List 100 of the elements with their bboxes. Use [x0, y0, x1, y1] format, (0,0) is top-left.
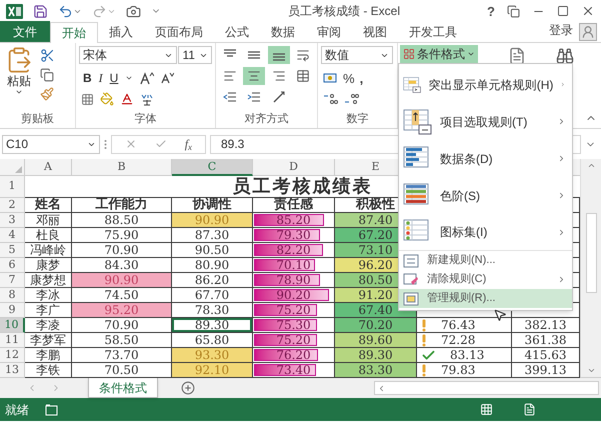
- caret-icon[interactable]: [125, 74, 134, 82]
- table-cell-text: 78.90: [275, 273, 312, 287]
- normal-view-icon[interactable]: [480, 403, 493, 416]
- menu-item[interactable]: 突出显示单元格规则(H): [399, 66, 572, 103]
- ribbon-tab[interactable]: 页面布局: [144, 21, 214, 42]
- conditional-format-button[interactable]: 条件格式: [400, 45, 478, 63]
- format-painter-icon[interactable]: [40, 87, 54, 101]
- row-header[interactable]: 8: [0, 288, 25, 303]
- row-header[interactable]: 9: [0, 303, 25, 318]
- status-text: 就绪: [5, 402, 29, 418]
- number-format-field[interactable]: 数值: [321, 46, 393, 64]
- comma-button[interactable]: ,: [360, 69, 364, 88]
- cell-styles-icon[interactable]: [508, 47, 526, 65]
- decrease-decimal-icon[interactable]: [344, 92, 360, 104]
- ribbon-tab[interactable]: 开始: [50, 22, 98, 43]
- camera-icon[interactable]: [126, 4, 141, 18]
- page-layout-icon[interactable]: [523, 403, 536, 416]
- undo-icon[interactable]: [58, 4, 73, 18]
- table-cell-text: 82.20: [275, 243, 312, 257]
- add-sheet-icon[interactable]: [181, 381, 195, 395]
- app-logo-icon[interactable]: [6, 4, 23, 18]
- scroll-up-icon[interactable]: [586, 161, 596, 170]
- row-header[interactable]: 13: [0, 363, 25, 378]
- help-button[interactable]: ?: [487, 4, 495, 18]
- row-header[interactable]: 5: [0, 243, 25, 258]
- font-color-icon[interactable]: [120, 92, 134, 106]
- table-cell: 李鹏: [25, 348, 72, 363]
- row-header[interactable]: 11: [0, 333, 25, 348]
- menu-item[interactable]: 图标集(I): [399, 214, 572, 251]
- paste-button[interactable]: 粘贴: [4, 46, 34, 111]
- group-label: 剪贴板: [21, 112, 54, 128]
- menu-item[interactable]: 管理规则(R)...: [399, 289, 572, 308]
- caret-icon: [15, 88, 23, 96]
- scroll-down-icon[interactable]: [586, 366, 596, 375]
- row-header[interactable]: 4: [0, 228, 25, 243]
- table-cell-text: 70.10: [275, 258, 312, 272]
- ribbon-tab[interactable]: 开发工具: [398, 21, 468, 42]
- row-header[interactable]: 6: [0, 258, 25, 273]
- row-header[interactable]: 3: [0, 213, 25, 228]
- fill-color-icon[interactable]: [100, 92, 114, 106]
- column-header[interactable]: D: [253, 159, 335, 176]
- ribbon-tab[interactable]: 数据: [260, 21, 306, 42]
- avatar-icon[interactable]: [579, 23, 597, 41]
- align-bottom-icon[interactable]: [268, 46, 290, 64]
- ribbon-tab[interactable]: 审阅: [306, 21, 352, 42]
- phonetic-icon[interactable]: [140, 92, 154, 106]
- table-cell-text: 90.20: [275, 288, 312, 302]
- table-cell: 70.90: [72, 243, 172, 258]
- macro-record-icon[interactable]: [45, 404, 58, 416]
- row-header[interactable]: 12: [0, 348, 25, 363]
- scroll-left-icon[interactable]: [377, 384, 386, 392]
- table-cell: 58.50: [72, 333, 172, 348]
- row-header[interactable]: 1: [0, 176, 25, 198]
- column-header[interactable]: B: [72, 159, 172, 176]
- name-box[interactable]: C10: [2, 134, 100, 154]
- increase-decimal-icon[interactable]: [323, 92, 339, 104]
- save-icon[interactable]: [33, 4, 48, 18]
- currency-icon[interactable]: [323, 72, 338, 86]
- find-icon[interactable]: [556, 47, 574, 65]
- borders-icon[interactable]: [81, 92, 94, 106]
- cut-icon[interactable]: [40, 48, 55, 63]
- table-cell: 80.90: [172, 258, 253, 273]
- table-cell-text: 75.20: [275, 303, 312, 317]
- sheet-tab[interactable]: 条件格式: [88, 378, 158, 398]
- shrink-font-icon[interactable]: [161, 72, 174, 84]
- column-header[interactable]: C: [172, 159, 253, 176]
- restore-icon[interactable]: [507, 4, 520, 18]
- horizontal-scrollbar[interactable]: [374, 381, 599, 395]
- ribbon-tab[interactable]: 插入: [98, 21, 144, 42]
- table-cell: 83.30: [335, 363, 417, 378]
- table-cell-text: 79.83: [441, 362, 476, 379]
- copy-icon[interactable]: [40, 68, 54, 82]
- close-icon[interactable]: [581, 4, 595, 18]
- ribbon-tab[interactable]: 公式: [214, 21, 260, 42]
- file-tab[interactable]: 文件: [0, 21, 50, 42]
- italic-button[interactable]: I: [98, 69, 103, 87]
- ribbon-tab[interactable]: 视图: [352, 21, 398, 42]
- table-cell: 70.20: [335, 318, 417, 333]
- row-header[interactable]: 10: [0, 318, 25, 333]
- exclamation-icon: [421, 364, 427, 376]
- table-cell: 93.30: [172, 348, 253, 363]
- percent-button[interactable]: %: [343, 69, 355, 88]
- bold-button[interactable]: B: [83, 69, 92, 87]
- underline-button[interactable]: U: [110, 69, 118, 87]
- sign-in-link[interactable]: 登录: [549, 21, 573, 39]
- scrollbar-thumb[interactable]: [586, 213, 596, 293]
- maximize-icon[interactable]: [557, 5, 569, 17]
- vertical-scrollbar[interactable]: [580, 159, 601, 377]
- table-cell: 75.90: [72, 228, 172, 243]
- table-cell: 康梦: [25, 258, 72, 273]
- row-header[interactable]: 2: [0, 198, 25, 213]
- exclamation-icon: [421, 318, 427, 332]
- column-heading: 姓名: [25, 198, 72, 213]
- insert-function-button[interactable]: f$_{x}$: [184, 135, 192, 153]
- row-header[interactable]: 7: [0, 273, 25, 288]
- column-header[interactable]: A: [25, 159, 72, 176]
- grow-font-icon[interactable]: [140, 72, 154, 84]
- font-size-field[interactable]: 11: [178, 46, 212, 64]
- align-center-icon[interactable]: [243, 67, 266, 85]
- font-name-field[interactable]: 宋体: [79, 46, 178, 64]
